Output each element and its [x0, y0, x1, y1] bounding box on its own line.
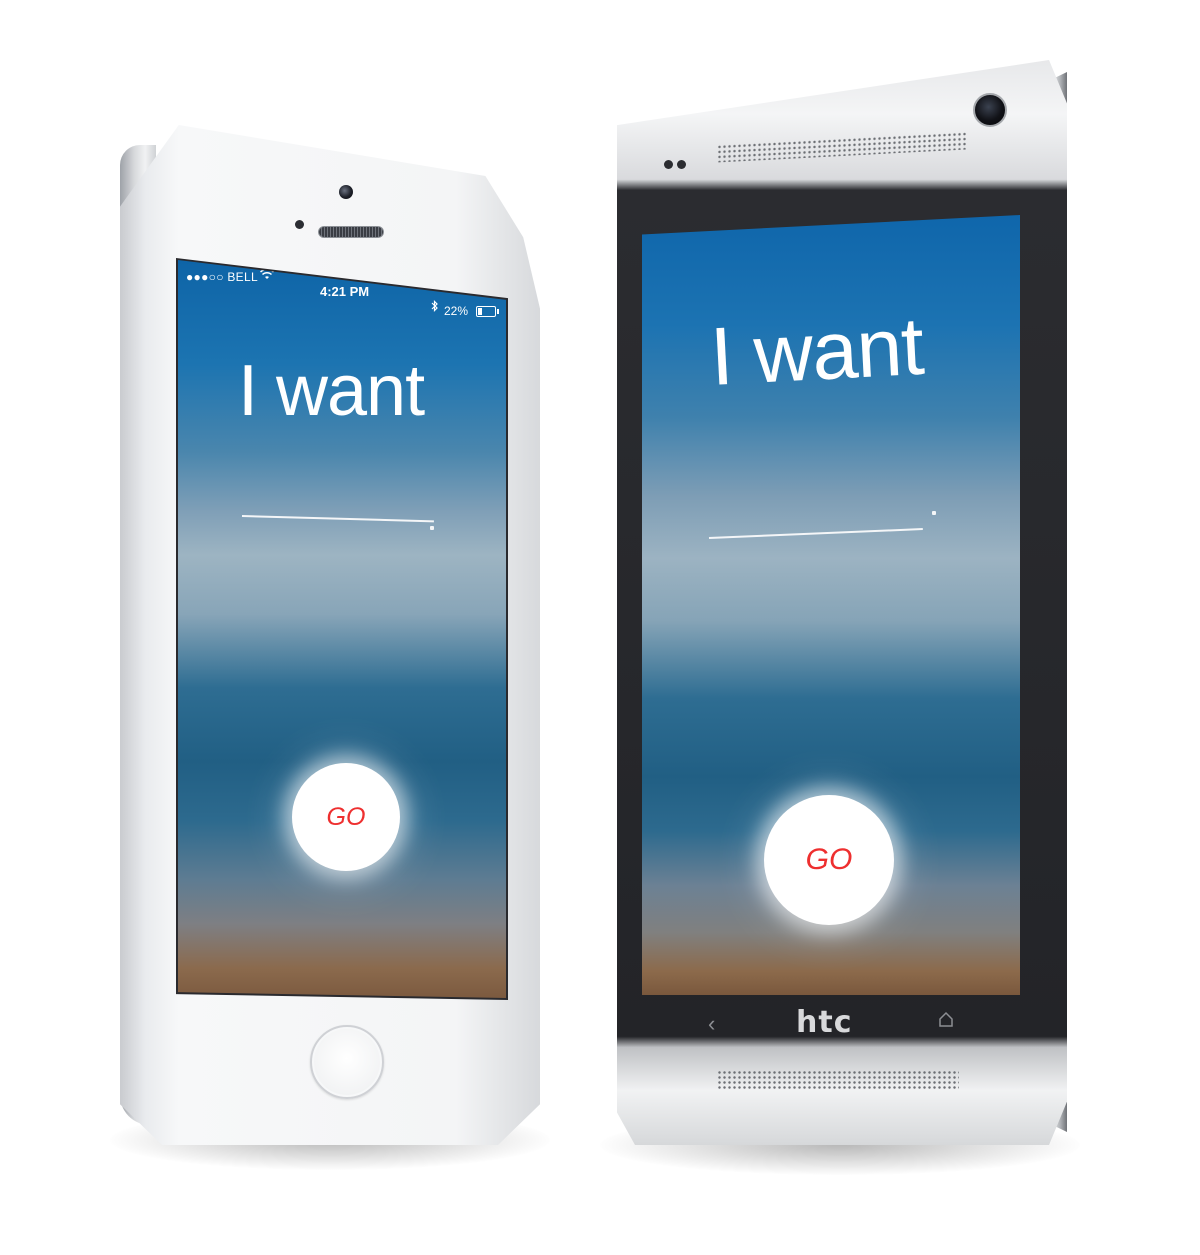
front-camera: [339, 185, 353, 199]
htc-nav-bar: ‹ htc: [642, 1005, 1020, 1045]
go-button[interactable]: GO: [764, 795, 894, 925]
go-button[interactable]: GO: [292, 763, 400, 871]
carrier-label: ●●●○○ BELL: [186, 270, 258, 284]
prompt-heading: I want: [708, 300, 926, 403]
clock-time: 4:21 PM: [320, 284, 370, 299]
go-label: GO: [326, 802, 366, 831]
answer-period: [932, 511, 936, 515]
go-label: GO: [805, 843, 853, 876]
htc-device: I want GO ‹ htc: [617, 60, 1067, 1145]
iphone-screen: ●●●○○ BELL 4:21 PM 22% I want GO: [178, 260, 506, 998]
iphone-device: ●●●○○ BELL 4:21 PM 22% I want GO: [120, 125, 540, 1145]
device-mockup-scene: ●●●○○ BELL 4:21 PM 22% I want GO I want …: [0, 0, 1200, 1255]
home-button[interactable]: [310, 1025, 384, 1099]
back-icon[interactable]: ‹: [708, 1011, 715, 1037]
prompt-heading: I want: [238, 351, 425, 431]
answer-input-line[interactable]: [241, 515, 434, 523]
battery-percent: 22%: [444, 304, 469, 318]
home-icon[interactable]: [938, 1011, 954, 1032]
htc-front-camera: [973, 93, 1007, 127]
battery-icon: [476, 306, 499, 317]
htc-sensor-left: [664, 160, 673, 169]
htc-sensor-right: [677, 160, 686, 169]
earpiece-speaker: [318, 226, 384, 238]
bluetooth-icon: [431, 300, 438, 315]
htc-logo: htc: [796, 1005, 853, 1040]
htc-screen: I want GO: [642, 215, 1020, 995]
answer-period: [430, 526, 434, 530]
bottom-speaker-grille: [717, 1070, 959, 1090]
answer-input-line[interactable]: [708, 528, 923, 539]
proximity-sensor: [295, 220, 304, 229]
